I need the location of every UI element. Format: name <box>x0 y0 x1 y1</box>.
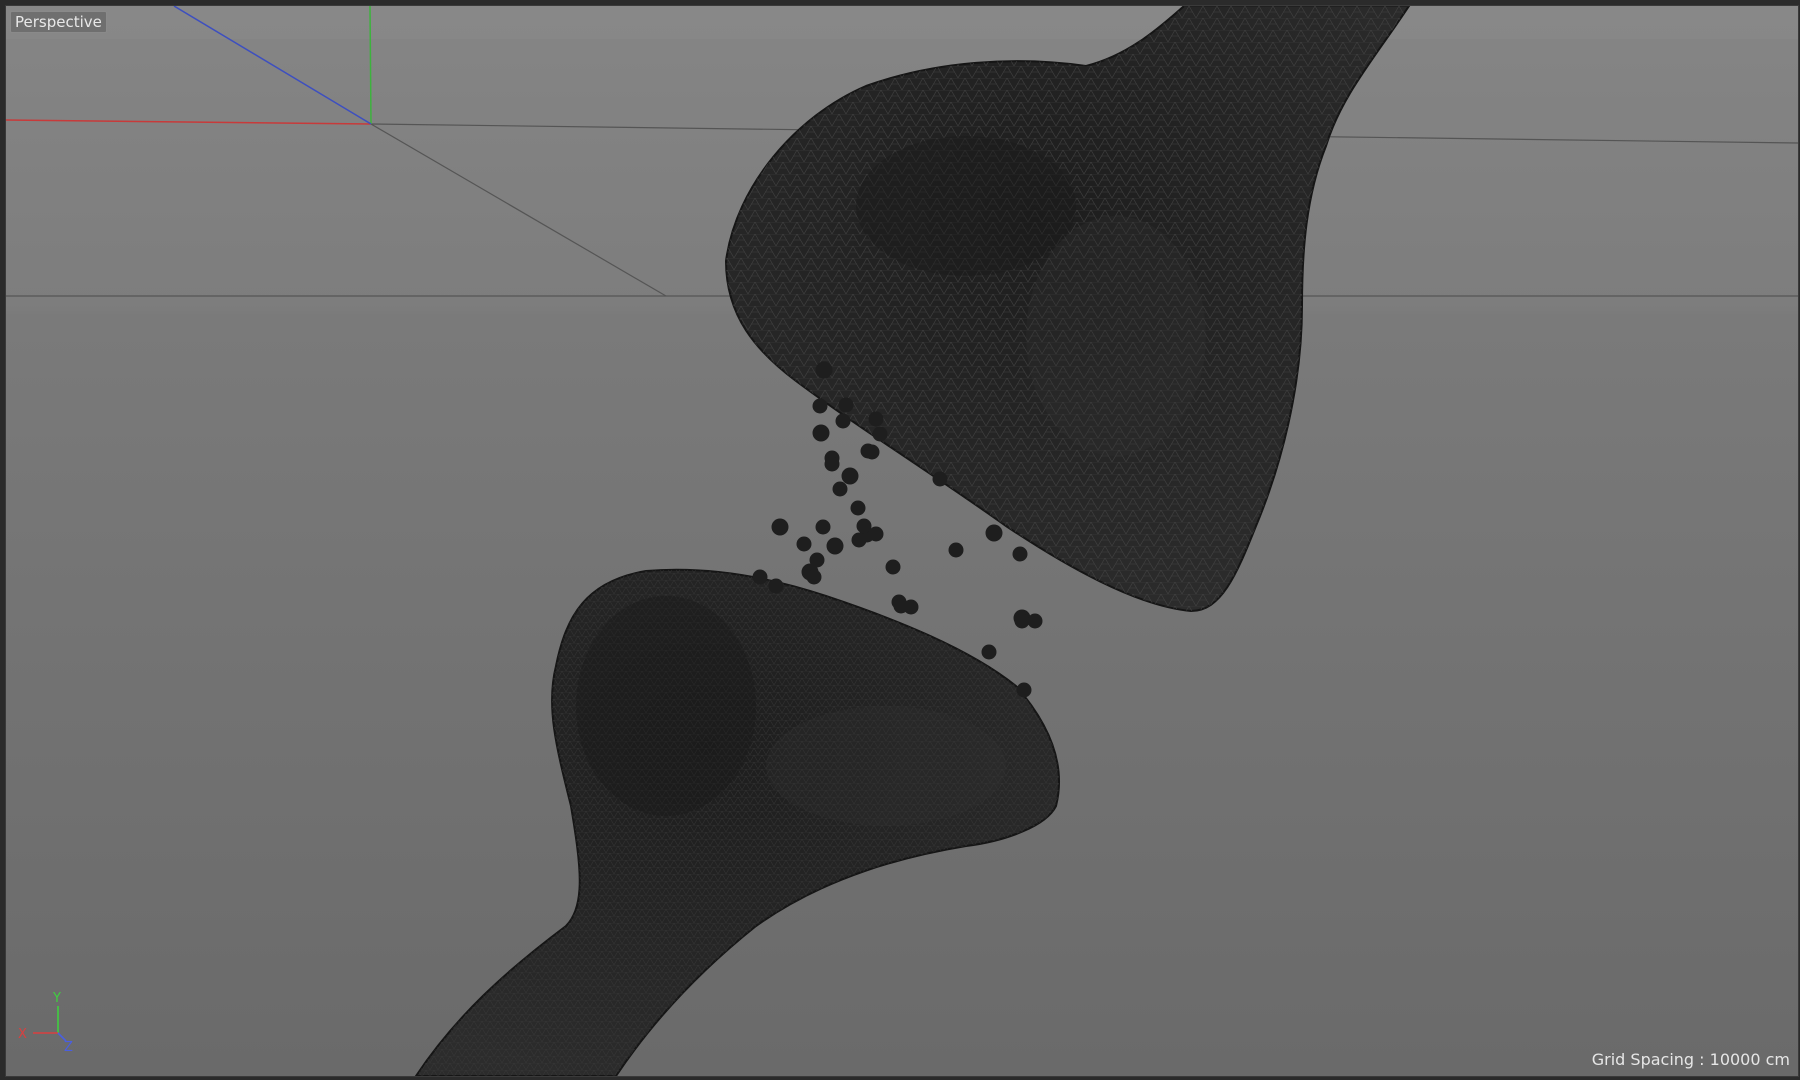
presynaptic-mesh[interactable] <box>724 6 1411 613</box>
particle[interactable] <box>868 411 884 427</box>
axis-gizmo: Y X Z <box>18 991 73 1055</box>
particle[interactable] <box>932 471 948 487</box>
particle[interactable] <box>796 536 812 552</box>
particle[interactable] <box>841 467 859 485</box>
3d-viewport[interactable]: Y X Z Perspective Grid Spacing : 10000 c… <box>5 5 1799 1077</box>
particle[interactable] <box>812 424 830 442</box>
particle[interactable] <box>832 481 848 497</box>
particle[interactable] <box>948 542 964 558</box>
particle[interactable] <box>985 524 1003 542</box>
particle[interactable] <box>1016 682 1032 698</box>
particle[interactable] <box>771 518 789 536</box>
particle[interactable] <box>885 559 901 575</box>
gizmo-x-label: X <box>18 1027 27 1042</box>
particle[interactable] <box>981 644 997 660</box>
particle[interactable] <box>1012 546 1028 562</box>
particle[interactable] <box>815 361 833 379</box>
grid-spacing-readout: Grid Spacing : 10000 cm <box>1591 1050 1790 1069</box>
particle[interactable] <box>856 518 872 534</box>
particle[interactable] <box>872 426 888 442</box>
particle[interactable] <box>1027 613 1043 629</box>
particle[interactable] <box>815 519 831 535</box>
particle[interactable] <box>824 456 840 472</box>
particle[interactable] <box>812 398 828 414</box>
particle[interactable] <box>806 569 822 585</box>
particle[interactable] <box>834 544 838 548</box>
view-mode-label[interactable]: Perspective <box>10 11 107 33</box>
particle[interactable] <box>851 532 867 548</box>
particle[interactable] <box>864 444 880 460</box>
particle[interactable] <box>838 397 854 413</box>
gizmo-z-label: Z <box>64 1040 73 1055</box>
particle[interactable] <box>850 500 866 516</box>
particle[interactable] <box>835 413 851 429</box>
postsynaptic-mesh[interactable] <box>414 568 1060 1076</box>
particle[interactable] <box>893 598 909 614</box>
gizmo-y-label: Y <box>52 991 61 1006</box>
particle[interactable] <box>752 569 768 585</box>
particle[interactable] <box>1014 613 1030 629</box>
particle[interactable] <box>768 578 784 594</box>
viewport-canvas[interactable]: Y X Z <box>6 6 1798 1076</box>
